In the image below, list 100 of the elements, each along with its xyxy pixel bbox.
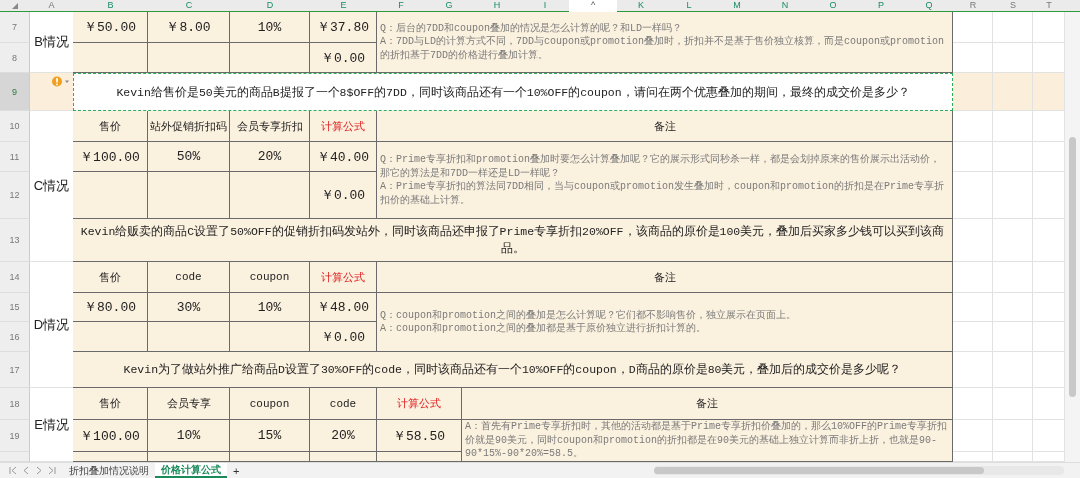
- table-cell: 15%: [230, 420, 310, 452]
- previous-sheet-icon[interactable]: [21, 465, 31, 476]
- row-number[interactable]: 15: [0, 293, 30, 322]
- row-number[interactable]: 7: [0, 12, 30, 43]
- note-text: A：Prime专享折扣的算法同7DD相同，当与coupon或promotion发生叠加时，coupon和promotion的折扣是在Prime专享折扣价的基础上计算。: [380, 180, 946, 207]
- column-header[interactable]: E: [310, 0, 377, 12]
- table-cell: ￥40.00: [310, 142, 377, 172]
- warning-icon[interactable]: [51, 76, 71, 87]
- next-sheet-icon[interactable]: [34, 465, 44, 476]
- column-heading: 计算公式: [310, 262, 377, 293]
- table-cell: ￥37.80: [310, 12, 377, 43]
- add-sheet-button[interactable]: +: [227, 464, 246, 477]
- empty-cell: [993, 322, 1033, 352]
- column-header[interactable]: S: [993, 0, 1033, 12]
- column-heading: 会员专享折扣: [230, 111, 310, 142]
- table-cell: ￥100.00: [73, 420, 148, 452]
- empty-cell: [1033, 73, 1065, 111]
- table-cell: 10%: [230, 12, 310, 43]
- note-text: Q：Prime专享折扣和promotion叠加时要怎么计算叠加呢？它的展示形式同秒杀一样，都是会划掉原来的售价展示出活动价，那它的算法是和7DD一样还是LD一样呢？: [380, 153, 941, 180]
- empty-cell: [993, 172, 1033, 219]
- empty-cell: [993, 142, 1033, 172]
- note-text: A：首先有Prime专享折扣时，其他的活动都是基于Prime专享折扣价叠加的，那么10%OFF的Prime专享折扣价就是90美元，同时coupon和promotion的折扣都是在90美元的基础上独立计算而非折上折，也就是90-90*15%-90*20%=58.5。: [465, 420, 949, 461]
- row-number[interactable]: 10: [0, 111, 30, 142]
- note-text: A：7DD与LD的计算方式不同，7DD与coupon或promotion叠加时，折扣并不是基于售价独立核算，而是coupon或promotion的折扣基于7DD的价格进行叠加计算。: [380, 35, 946, 63]
- column-heading: 站外促销折扣码: [148, 111, 230, 142]
- table-cell: 10%: [148, 420, 230, 452]
- table-cell: ￥80.00: [73, 293, 148, 322]
- note-text: Q：后台的7DD和coupon叠加的情况是怎么计算的呢？和LD一样吗？: [380, 21, 683, 35]
- empty-cell: [993, 262, 1033, 293]
- column-header[interactable]: G: [425, 0, 473, 12]
- empty-cell: [993, 352, 1033, 388]
- row-number[interactable]: 13: [0, 219, 30, 262]
- column-heading: 计算公式: [377, 388, 462, 420]
- table-cell: 50%: [148, 142, 230, 172]
- row-number[interactable]: 12: [0, 172, 30, 219]
- column-heading: coupon: [230, 388, 310, 420]
- empty-cell: [993, 420, 1033, 452]
- row-header[interactable]: [0, 452, 30, 462]
- table-cell: 10%: [230, 293, 310, 322]
- column-header[interactable]: N: [761, 0, 809, 12]
- first-sheet-icon[interactable]: [8, 465, 18, 476]
- table-cell: ￥8.00: [148, 12, 230, 43]
- vertical-scrollbar[interactable]: [1065, 12, 1080, 462]
- empty-cell: [993, 111, 1033, 142]
- column-header[interactable]: D: [230, 0, 310, 12]
- horizontal-scrollbar[interactable]: [654, 466, 1064, 475]
- column-header[interactable]: H: [473, 0, 521, 12]
- column-heading: code: [148, 262, 230, 293]
- column-header[interactable]: L: [665, 0, 713, 12]
- column-header[interactable]: F: [377, 0, 425, 12]
- column-heading: 备注: [377, 111, 953, 142]
- empty-cell: [993, 293, 1033, 322]
- note-text: A：coupon和promotion之间的叠加都是基于原价独立进行折扣计算的。: [380, 322, 707, 336]
- table-cell: ￥100.00: [73, 142, 148, 172]
- question-cell: Kevin给售价是50美元的商品B提报了一个8$OFF的7DD，同时该商品还有一个10%OFF的coupon，请问在两个优惠叠加的期间，最终的成交价是多少？: [73, 73, 953, 111]
- row-number[interactable]: 8: [0, 43, 30, 73]
- column-heading: 售价: [73, 262, 148, 293]
- table-cell: ￥0.00: [310, 43, 377, 73]
- row-number[interactable]: 17: [0, 352, 30, 388]
- column-heading: 售价: [73, 388, 148, 420]
- row-number[interactable]: 18: [0, 388, 30, 420]
- question-cell: Kevin给贩卖的商品C设置了50%OFF的促销折扣码发站外，同时该商品还申报了Prime专享折扣20%OFF，该商品的原价是100美元，叠加后买家多少钱可以买到该商品。: [73, 219, 953, 262]
- sheet-tab[interactable]: 价格计算公式: [155, 463, 227, 478]
- scrollbar-thumb[interactable]: [654, 467, 984, 474]
- table-cell: ￥0.00: [310, 322, 377, 352]
- row-number[interactable]: 19: [0, 420, 30, 452]
- row-number[interactable]: 14: [0, 262, 30, 293]
- row-number[interactable]: 11: [0, 142, 30, 172]
- column-heading: 会员专享: [148, 388, 230, 420]
- table-cell: ￥48.00: [310, 293, 377, 322]
- column-header[interactable]: Q: [905, 0, 953, 12]
- column-header[interactable]: M: [713, 0, 761, 12]
- column-heading: 备注: [462, 388, 953, 420]
- sheet-tab[interactable]: 折扣叠加情况说明: [63, 463, 155, 478]
- column-heading: 计算公式: [310, 111, 377, 142]
- column-header[interactable]: B: [73, 0, 148, 12]
- column-heading: coupon: [230, 262, 310, 293]
- row-number[interactable]: 9: [0, 73, 30, 111]
- column-header[interactable]: C: [148, 0, 230, 12]
- column-header[interactable]: T: [1033, 0, 1065, 12]
- column-header[interactable]: ^: [569, 0, 617, 12]
- empty-cell: [993, 388, 1033, 420]
- table-cell: ￥58.50: [377, 420, 462, 452]
- note-text: Q：coupon和promotion之间的叠加是怎么计算呢？它们都不影响售价，独立展示在页面上。: [380, 308, 797, 322]
- scrollbar-thumb[interactable]: [1069, 137, 1076, 397]
- table-cell: 30%: [148, 293, 230, 322]
- column-header[interactable]: A: [30, 0, 73, 12]
- column-heading: 备注: [377, 262, 953, 293]
- empty-cell: [993, 219, 1033, 262]
- last-sheet-icon[interactable]: [47, 465, 57, 476]
- column-heading: 售价: [73, 111, 148, 142]
- column-header[interactable]: P: [857, 0, 905, 12]
- table-cell: ￥50.00: [73, 12, 148, 43]
- row-number[interactable]: 16: [0, 322, 30, 352]
- column-header[interactable]: O: [809, 0, 857, 12]
- column-header[interactable]: K: [617, 0, 665, 12]
- column-header[interactable]: I: [521, 0, 569, 12]
- table-cell: ￥0.00: [310, 172, 377, 219]
- column-header[interactable]: R: [953, 0, 993, 12]
- question-cell: Kevin为了做站外推广给商品D设置了30%OFF的code，同时该商品还有一个10%OFF的coupon，D商品的原价是80美元，叠加后的成交价是多少呢？: [73, 352, 953, 388]
